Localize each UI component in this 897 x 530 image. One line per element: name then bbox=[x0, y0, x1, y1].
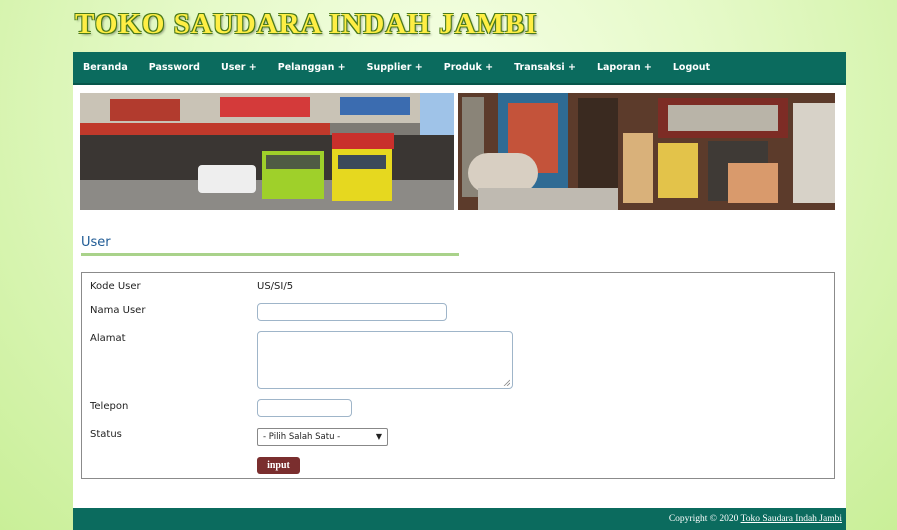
store-interior-photo bbox=[458, 93, 835, 210]
nav-supplier[interactable]: Supplier + bbox=[367, 62, 423, 73]
site-title: TOKO SAUDARA INDAH JAMBI bbox=[75, 8, 538, 40]
page: TOKO SAUDARA INDAH JAMBI Beranda Passwor… bbox=[73, 0, 846, 530]
dropdown-arrow-icon: ▼ bbox=[375, 432, 382, 441]
alamat-textarea[interactable] bbox=[257, 331, 513, 389]
storefront-photo bbox=[80, 93, 454, 210]
nav-transaksi[interactable]: Transaksi + bbox=[514, 62, 576, 73]
input-submit-button[interactable]: input bbox=[257, 457, 300, 474]
telepon-input[interactable] bbox=[257, 399, 352, 417]
content-area: User Kode User US/SI/5 Nama User Alamat … bbox=[73, 85, 846, 508]
copyright-text: Copyright © 2020 Toko Saudara Indah Jamb… bbox=[669, 514, 842, 524]
alamat-label: Alamat bbox=[90, 333, 126, 344]
status-selected-value: - Pilih Salah Satu - bbox=[263, 432, 341, 442]
store-banner bbox=[80, 93, 835, 210]
nav-logout[interactable]: Logout bbox=[673, 62, 710, 73]
nav-password[interactable]: Password bbox=[149, 62, 200, 73]
main-navbar: Beranda Password User + Pelanggan + Supp… bbox=[73, 52, 846, 85]
section-title: User bbox=[81, 235, 111, 250]
copyright-link[interactable]: Toko Saudara Indah Jambi bbox=[741, 514, 842, 524]
section-divider bbox=[81, 253, 459, 256]
status-select[interactable]: - Pilih Salah Satu - ▼ bbox=[257, 428, 388, 446]
nav-beranda[interactable]: Beranda bbox=[83, 62, 128, 73]
resize-handle-icon[interactable] bbox=[503, 379, 510, 386]
nav-pelanggan[interactable]: Pelanggan + bbox=[278, 62, 346, 73]
footer: Copyright © 2020 Toko Saudara Indah Jamb… bbox=[73, 508, 846, 530]
nav-produk[interactable]: Produk + bbox=[444, 62, 493, 73]
nama-user-input[interactable] bbox=[257, 303, 447, 321]
copyright-prefix: Copyright © 2020 bbox=[668, 514, 739, 524]
nama-user-label: Nama User bbox=[90, 305, 146, 316]
status-label: Status bbox=[90, 429, 122, 440]
nav-user[interactable]: User + bbox=[221, 62, 257, 73]
kode-user-label: Kode User bbox=[90, 281, 141, 292]
kode-user-value: US/SI/5 bbox=[257, 281, 294, 292]
telepon-label: Telepon bbox=[90, 401, 129, 412]
user-form: Kode User US/SI/5 Nama User Alamat Telep… bbox=[81, 272, 835, 479]
nav-laporan[interactable]: Laporan + bbox=[597, 62, 652, 73]
